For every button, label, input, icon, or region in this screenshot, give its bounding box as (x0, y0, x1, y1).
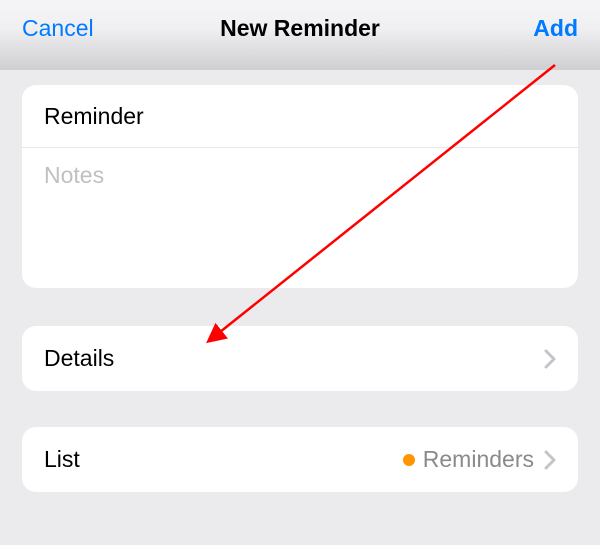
chevron-right-icon (544, 349, 556, 369)
list-selected-value: Reminders (403, 446, 534, 473)
list-row[interactable]: List Reminders (22, 427, 578, 492)
navigation-bar: Cancel New Reminder Add (0, 0, 600, 70)
chevron-right-icon (544, 450, 556, 470)
reminder-notes-placeholder: Notes (44, 162, 104, 189)
reminder-title-input[interactable]: Reminder (22, 85, 578, 148)
details-label: Details (44, 345, 534, 372)
add-button[interactable]: Add (533, 15, 578, 42)
details-row[interactable]: Details (22, 326, 578, 391)
page-title: New Reminder (220, 15, 380, 42)
reminder-notes-input[interactable]: Notes (22, 148, 578, 288)
details-card: Details (22, 326, 578, 391)
list-name: Reminders (423, 446, 534, 473)
reminder-input-card: Reminder Notes (22, 85, 578, 288)
content-area: Reminder Notes Details List Reminders (0, 70, 600, 492)
list-card: List Reminders (22, 427, 578, 492)
reminder-title-placeholder: Reminder (44, 103, 144, 130)
list-color-dot-icon (403, 454, 415, 466)
cancel-button[interactable]: Cancel (22, 15, 94, 42)
list-label: List (44, 446, 403, 473)
